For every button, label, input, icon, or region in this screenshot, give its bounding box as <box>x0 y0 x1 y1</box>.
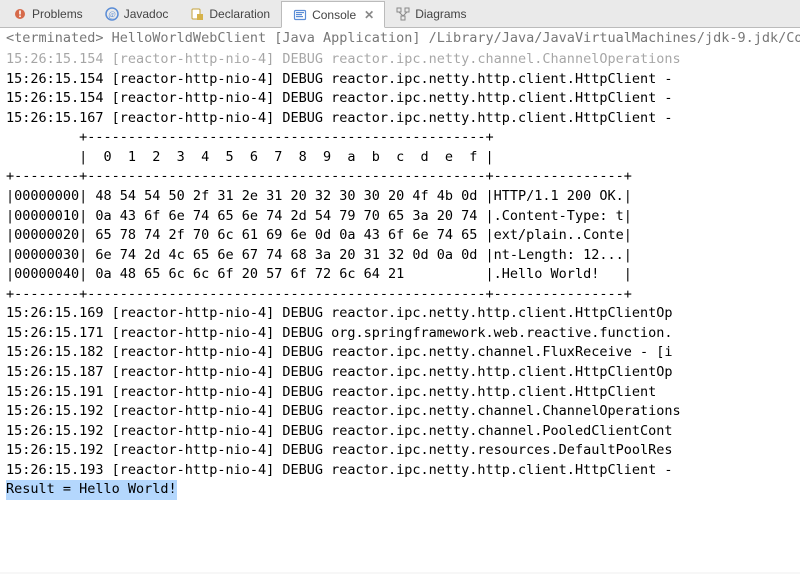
close-icon[interactable]: ✕ <box>364 8 374 22</box>
declaration-icon <box>189 6 205 22</box>
tab-diagrams[interactable]: Diagrams <box>385 0 477 27</box>
javadoc-icon: @ <box>104 6 120 22</box>
tab-label: Problems <box>32 7 83 21</box>
tab-problems[interactable]: Problems <box>2 0 94 27</box>
diagrams-icon <box>395 6 411 22</box>
console-icon <box>292 7 308 23</box>
problems-icon <box>12 6 28 22</box>
log-lines-block: 15:26:15.154 [reactor-http-nio-4] DEBUG … <box>6 71 681 478</box>
tab-label: Diagrams <box>415 7 466 21</box>
view-tab-bar: Problems @ Javadoc Declaration Console ✕… <box>0 0 800 28</box>
tab-label: Javadoc <box>124 7 169 21</box>
console-output[interactable]: 15:26:15.154 [reactor-http-nio-4] DEBUG … <box>0 48 800 572</box>
tab-label: Declaration <box>209 7 270 21</box>
svg-text:@: @ <box>108 10 115 19</box>
tab-label: Console <box>312 8 356 22</box>
console-status: <terminated> HelloWorldWebClient [Java A… <box>0 28 800 48</box>
tab-javadoc[interactable]: @ Javadoc <box>94 0 180 27</box>
tab-declaration[interactable]: Declaration <box>179 0 281 27</box>
result-line: Result = Hello World! <box>6 480 177 500</box>
tab-console[interactable]: Console ✕ <box>281 1 385 28</box>
log-line: 15:26:15.154 [reactor-http-nio-4] DEBUG … <box>6 51 681 67</box>
